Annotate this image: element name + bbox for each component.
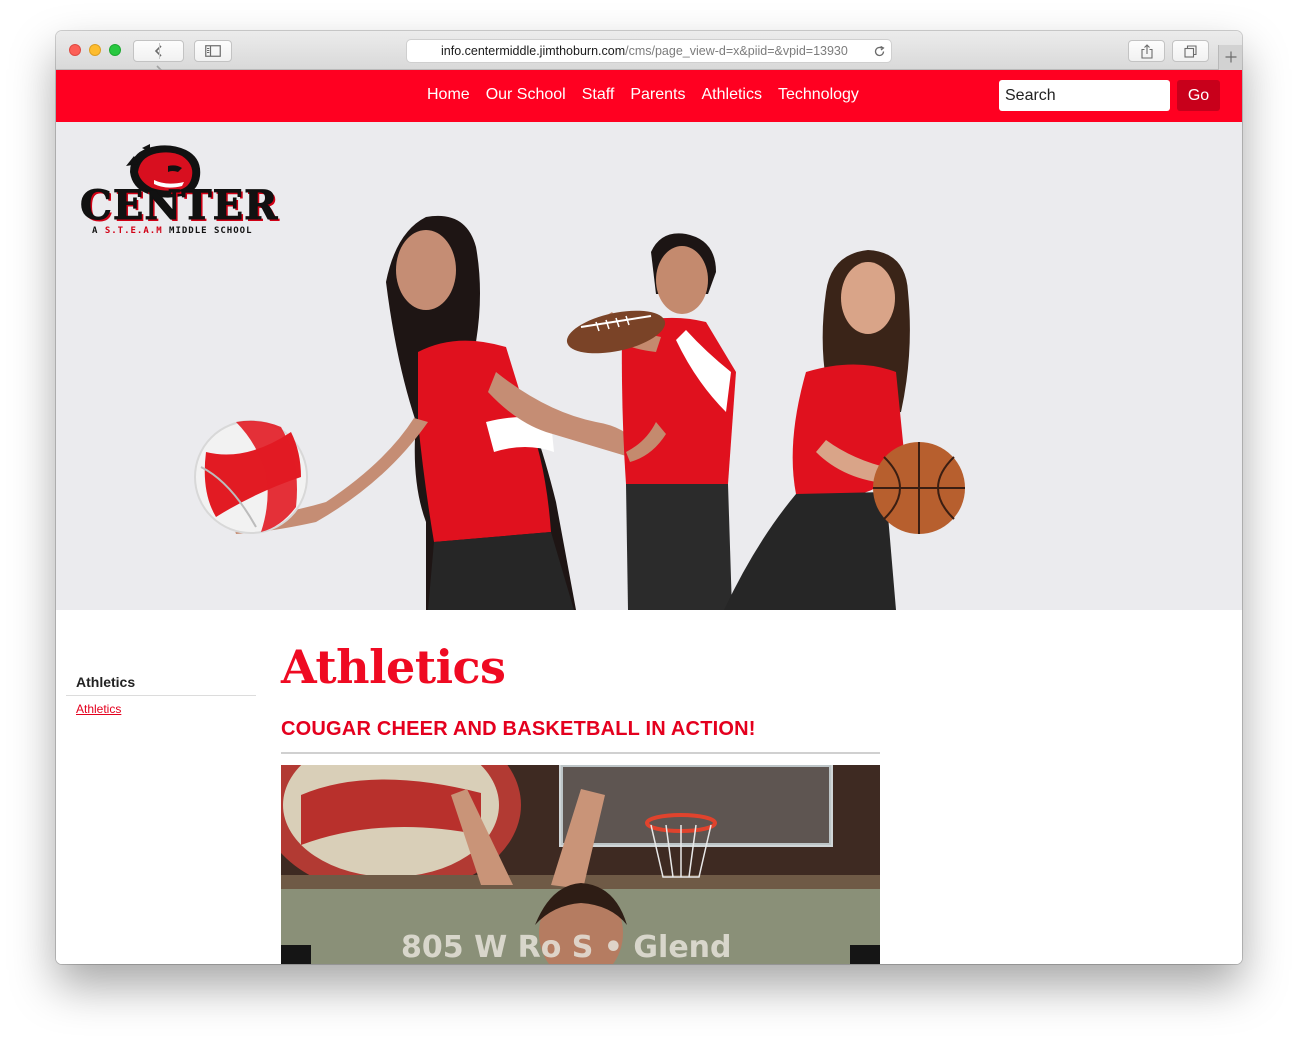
hero-banner: CENTER A S.T.E.A.M MIDDLE SCHOOL <box>56 122 1242 610</box>
sidebar-title: Athletics <box>76 674 136 690</box>
browser-window: info.centermiddle.jimthoburn.com/cms/pag… <box>56 31 1242 964</box>
page-title: Athletics <box>281 640 506 694</box>
nav-link-technology[interactable]: Technology <box>778 86 859 104</box>
logo-tag-prefix: A <box>92 226 105 236</box>
logo-tag-suffix: MIDDLE SCHOOL <box>162 226 253 236</box>
reload-button[interactable] <box>873 40 886 62</box>
share-icon <box>1140 43 1153 59</box>
zoom-window-button[interactable] <box>109 44 121 56</box>
nav-link-athletics[interactable]: Athletics <box>702 86 762 104</box>
url-host: info.centermiddle.jimthoburn.com <box>441 44 626 58</box>
nav-link-our-school[interactable]: Our School <box>486 86 566 104</box>
nav-link-staff[interactable]: Staff <box>582 86 615 104</box>
new-tab-button[interactable] <box>1218 45 1242 70</box>
minimize-window-button[interactable] <box>89 44 101 56</box>
url-text: info.centermiddle.jimthoburn.com/cms/pag… <box>441 40 871 62</box>
reload-icon <box>874 45 885 56</box>
address-bar[interactable]: info.centermiddle.jimthoburn.com/cms/pag… <box>406 39 892 63</box>
basketball-photo[interactable]: 805 W Ro S • Glend <box>281 765 880 964</box>
close-window-button[interactable] <box>69 44 81 56</box>
share-button[interactable] <box>1128 40 1165 62</box>
plus-icon <box>1225 51 1236 63</box>
browser-toolbar: info.centermiddle.jimthoburn.com/cms/pag… <box>56 31 1242 77</box>
photo-sign-text: 805 W Ro S • Glend <box>401 930 732 964</box>
nav-link-home[interactable]: Home <box>427 86 470 104</box>
search-go-button[interactable]: Go <box>1177 80 1220 111</box>
school-logo[interactable]: CENTER A S.T.E.A.M MIDDLE SCHOOL <box>78 144 283 262</box>
basketball-game-image: 805 W Ro S • Glend <box>281 765 880 964</box>
page-content: Athletics Athletics Athletics COUGAR CHE… <box>56 610 1242 964</box>
site-navbar: Home Our School Staff Parents Athletics … <box>56 70 1242 122</box>
logo-wordmark: CENTER <box>79 182 279 230</box>
page-viewport: Home Our School Staff Parents Athletics … <box>56 70 1242 964</box>
sidebar-link-athletics[interactable]: Athletics <box>76 702 121 716</box>
nav-link-parents[interactable]: Parents <box>630 86 685 104</box>
sidebar-toggle-button[interactable] <box>194 40 232 62</box>
logo-tag-highlight: S.T.E.A.M <box>104 226 163 236</box>
sidebar-divider <box>66 695 256 696</box>
main-nav: Home Our School Staff Parents Athletics … <box>427 86 875 104</box>
article-divider <box>281 752 880 754</box>
show-tabs-button[interactable] <box>1172 40 1209 62</box>
article-title: COUGAR CHEER AND BASKETBALL IN ACTION! <box>281 718 756 740</box>
tabs-icon <box>1184 44 1197 58</box>
divider <box>159 43 160 59</box>
search-input[interactable] <box>999 80 1170 111</box>
logo-tagline: A S.T.E.A.M MIDDLE SCHOOL <box>92 226 252 236</box>
history-nav-group <box>133 40 184 77</box>
sidebar-icon <box>205 45 221 57</box>
url-path: /cms/page_view-d=x&piid=&vpid=13930 <box>625 44 848 58</box>
